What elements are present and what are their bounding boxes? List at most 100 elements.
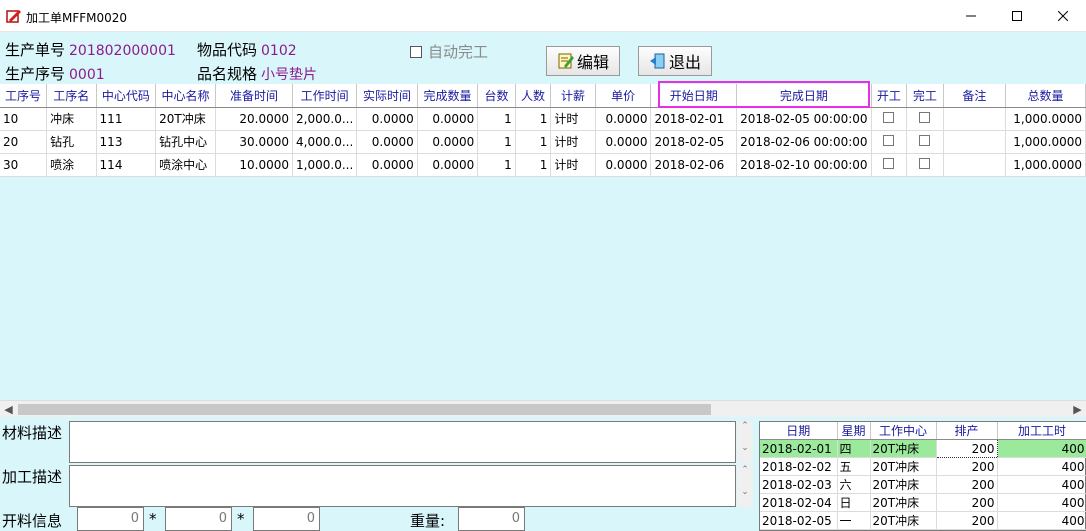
schedule-cell[interactable]: 20T冲床 [870, 457, 937, 476]
table-cell[interactable]: 0.0000 [356, 107, 418, 131]
schedule-row[interactable]: 2018-02-03 六 20T冲床 200 400 [760, 475, 1086, 494]
cut-length-input[interactable]: 0 [77, 507, 144, 531]
column-header[interactable]: 工序名 [46, 84, 97, 108]
table-cell[interactable]: 0.0000 [595, 107, 652, 131]
table-cell[interactable]: 20 [0, 130, 48, 154]
table-cell[interactable]: 2018-02-10 00:00:00 [736, 153, 872, 177]
table-cell[interactable] [906, 153, 944, 177]
auto-done-checkbox[interactable]: 自动完工 [410, 41, 488, 62]
schedule-cell[interactable]: 四 [837, 439, 871, 458]
table-cell[interactable]: 2018-02-05 00:00:00 [736, 107, 872, 131]
schedule-cell[interactable]: 2018-02-05 [760, 511, 838, 530]
table-cell[interactable]: 2018-02-01 [650, 107, 738, 131]
schedule-cell[interactable]: 200 [935, 439, 998, 458]
column-header[interactable]: 人数 [515, 84, 552, 108]
table-cell[interactable] [906, 130, 944, 154]
schedule-cell[interactable]: 六 [837, 475, 871, 494]
column-header[interactable]: 计薪 [550, 84, 596, 108]
column-header[interactable]: 台数 [477, 84, 516, 108]
table-cell[interactable]: 0.0000 [356, 130, 418, 154]
table-cell[interactable]: 冲床 [46, 107, 97, 131]
table-cell[interactable]: 1,000.0000 [1005, 107, 1086, 131]
table-cell[interactable]: 喷涂中心 [155, 153, 216, 177]
table-cell[interactable]: 1,000.0... [292, 153, 358, 177]
table-cell[interactable]: 钻孔 [46, 130, 97, 154]
schedule-row[interactable]: 2018-02-05 一 20T冲床 200 400 [760, 511, 1086, 530]
table-cell[interactable] [871, 130, 908, 154]
table-cell[interactable]: 0.0000 [417, 153, 479, 177]
table-cell[interactable]: 喷涂 [46, 153, 97, 177]
column-header[interactable]: 完工 [906, 84, 944, 108]
table-cell[interactable]: 1 [477, 130, 516, 154]
schedule-row[interactable]: 2018-02-04 日 20T冲床 200 400 [760, 493, 1086, 512]
schedule-cell[interactable]: 400 [997, 439, 1086, 458]
finish-work-checkbox[interactable] [919, 157, 931, 169]
close-button[interactable] [1040, 0, 1086, 32]
column-header[interactable]: 完成数量 [417, 84, 479, 108]
table-cell[interactable]: 10 [0, 107, 48, 131]
schedule-cell[interactable]: 20T冲床 [870, 493, 937, 512]
table-cell[interactable]: 2018-02-06 [650, 153, 738, 177]
schedule-cell[interactable]: 400 [997, 493, 1086, 512]
column-header[interactable]: 中心代码 [96, 84, 157, 108]
schedule-cell[interactable]: 200 [936, 457, 998, 476]
table-cell[interactable]: 计时 [550, 153, 596, 177]
table-cell[interactable]: 1 [477, 153, 516, 177]
table-cell[interactable]: 0.0000 [417, 130, 479, 154]
cut-width-input[interactable]: 0 [165, 507, 232, 531]
column-header[interactable]: 单价 [595, 84, 652, 108]
horizontal-scrollbar[interactable]: ◀ ▶ [0, 400, 1086, 417]
schedule-cell[interactable]: 一 [837, 511, 871, 530]
table-row[interactable]: 20 钻孔 113 钻孔中心 30.0000 4,000.0... 0.0000 0.0000… [0, 130, 1086, 154]
schedule-cell[interactable]: 200 [936, 475, 998, 494]
process-scrollbar[interactable]: ⌃ ⌄ [737, 465, 753, 507]
table-cell[interactable]: 1 [515, 107, 552, 131]
table-cell[interactable]: 1,000.0000 [1005, 130, 1086, 154]
table-cell[interactable]: 111 [96, 107, 157, 131]
schedule-cell[interactable]: 20T冲床 [870, 439, 937, 458]
schedule-column-header[interactable]: 日期 [760, 422, 838, 440]
table-cell[interactable]: 1 [515, 153, 552, 177]
table-cell[interactable]: 2,000.0... [292, 107, 358, 131]
start-work-checkbox[interactable] [883, 111, 895, 123]
table-cell[interactable]: 30.0000 [215, 130, 294, 154]
table-cell[interactable]: 0.0000 [417, 107, 479, 131]
table-cell[interactable]: 114 [96, 153, 157, 177]
cut-thickness-input[interactable]: 0 [253, 507, 320, 531]
table-cell[interactable] [906, 107, 944, 131]
schedule-cell[interactable]: 400 [997, 475, 1086, 494]
material-textarea[interactable] [69, 421, 736, 463]
column-header[interactable]: 总数量 [1005, 84, 1086, 108]
minimize-button[interactable] [948, 0, 994, 32]
table-cell[interactable]: 4,000.0... [292, 130, 358, 154]
table-cell[interactable]: 113 [96, 130, 157, 154]
table-cell[interactable]: 1 [477, 107, 516, 131]
column-header[interactable]: 备注 [943, 84, 1007, 108]
edit-button[interactable]: 编辑 [546, 46, 620, 76]
schedule-column-header[interactable]: 排产 [936, 422, 998, 440]
material-scrollbar[interactable]: ⌃ ⌄ [737, 421, 753, 463]
finish-work-checkbox[interactable] [919, 134, 931, 146]
column-header[interactable]: 中心名称 [155, 84, 216, 108]
table-cell[interactable]: 计时 [550, 130, 596, 154]
schedule-row[interactable]: 2018-02-02 五 20T冲床 200 400 [760, 457, 1086, 476]
schedule-cell[interactable]: 2018-02-03 [760, 475, 838, 494]
schedule-column-header[interactable]: 加工工时 [997, 422, 1086, 440]
schedule-column-header[interactable]: 工作中心 [870, 422, 937, 440]
schedule-cell[interactable]: 20T冲床 [870, 511, 937, 530]
process-textarea[interactable] [69, 465, 736, 507]
table-cell[interactable]: 2018-02-05 [650, 130, 738, 154]
column-header[interactable]: 准备时间 [215, 84, 294, 108]
table-cell[interactable] [943, 153, 1007, 177]
table-cell[interactable]: 0.0000 [595, 153, 652, 177]
schedule-cell[interactable]: 2018-02-02 [760, 457, 838, 476]
column-header[interactable]: 开工 [871, 84, 908, 108]
column-header[interactable]: 完成日期 [736, 84, 872, 108]
table-cell[interactable]: 10.0000 [215, 153, 294, 177]
schedule-cell[interactable]: 200 [936, 493, 998, 512]
exit-button[interactable]: 退出 [638, 46, 712, 76]
column-header[interactable]: 工序号 [0, 84, 48, 108]
table-cell[interactable] [943, 130, 1007, 154]
schedule-cell[interactable]: 2018-02-01 [760, 439, 838, 458]
finish-work-checkbox[interactable] [919, 111, 931, 123]
